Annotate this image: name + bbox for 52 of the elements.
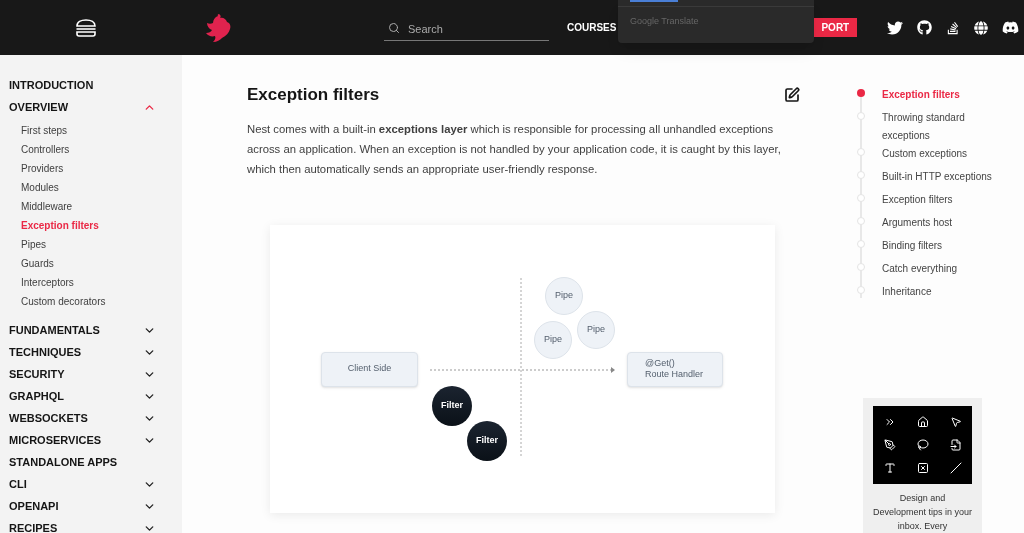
toc-link[interactable]: Custom exceptions — [882, 145, 997, 163]
diagram-node: @Get() Route Handler — [627, 351, 723, 387]
sidebar-section[interactable]: SECURITY — [9, 365, 65, 383]
twitter-icon[interactable] — [887, 19, 904, 36]
sidebar-section[interactable]: OVERVIEW — [9, 98, 69, 116]
diagram-node: Client Side — [321, 351, 418, 387]
sidebar-item[interactable]: Modules — [21, 178, 182, 197]
sidebar-section[interactable]: TECHNIQUES — [9, 343, 82, 361]
toc-link[interactable]: Built-in HTTP exceptions — [882, 168, 997, 186]
discord-icon[interactable] — [1002, 19, 1020, 36]
toc-link[interactable]: Inheritance — [882, 283, 997, 301]
search-field[interactable]: Search — [384, 17, 549, 41]
sidebar-section[interactable]: OPENAPI — [9, 497, 59, 515]
support-button[interactable]: PORT — [813, 18, 858, 37]
sidebar-section[interactable]: STANDALONE APPS — [9, 453, 118, 471]
filter-node: Filter — [467, 420, 507, 461]
sidebar-item[interactable]: Guards — [21, 254, 182, 273]
filter-node: Filter — [432, 385, 472, 426]
search-icon — [388, 21, 400, 34]
pipe-node: Pipe — [545, 276, 583, 315]
toc-link[interactable]: Catch everything — [882, 260, 997, 278]
sidebar-section[interactable]: INTRODUCTION — [9, 76, 94, 94]
toc-link[interactable]: Exception filters — [882, 191, 997, 209]
pipe-node: Pipe — [577, 310, 615, 349]
sidebar-section[interactable]: FUNDAMENTALS — [9, 321, 100, 339]
stack-icon[interactable] — [946, 20, 961, 35]
sidebar-item[interactable]: Custom decorators — [21, 292, 182, 311]
burger-icon[interactable] — [75, 17, 97, 38]
sidebar-item[interactable]: Interceptors — [21, 273, 182, 292]
toc-link[interactable]: Arguments host — [882, 214, 997, 232]
toc-link[interactable]: Exception filters — [882, 86, 997, 104]
pipe-node: Pipe — [534, 320, 572, 359]
globe-icon[interactable] — [974, 20, 989, 35]
sidebar-section[interactable]: CLI — [9, 475, 27, 493]
toc-link[interactable]: Binding filters — [882, 237, 997, 255]
sidebar-item[interactable]: Providers — [21, 159, 182, 178]
intro-paragraph: Nest comes with a built-in exceptions layer which is responsible for processing all unhandled exceptions across an application. When an exception is not handled by your application code, it is caught by this layer, which then automatically sends an appropriate user-friendly response. — [247, 121, 782, 177]
sidebar-item[interactable]: Controllers — [21, 140, 182, 159]
sidebar-section[interactable]: GRAPHQL — [9, 387, 64, 405]
nav-link[interactable]: COURSES — [567, 20, 617, 35]
sidebar-item[interactable]: Pipes — [21, 235, 182, 254]
sidebar-section[interactable]: RECIPES — [9, 519, 58, 533]
page-title: Exception filters — [247, 84, 380, 106]
sidebar-item[interactable]: Middleware — [21, 197, 182, 216]
github-icon[interactable] — [917, 20, 933, 35]
sidebar-item[interactable]: First steps — [21, 121, 182, 140]
ad-text[interactable]: Design and Development tips in your inbox. Every — [872, 491, 973, 533]
toc-link[interactable]: Throwing standard exceptions — [882, 109, 997, 145]
sidebar-section[interactable]: WEBSOCKETS — [9, 409, 88, 427]
sidebar-section[interactable]: MICROSERVICES — [9, 431, 102, 449]
edit-icon[interactable] — [784, 86, 800, 103]
sidebar-item[interactable]: Exception filters — [21, 216, 182, 235]
